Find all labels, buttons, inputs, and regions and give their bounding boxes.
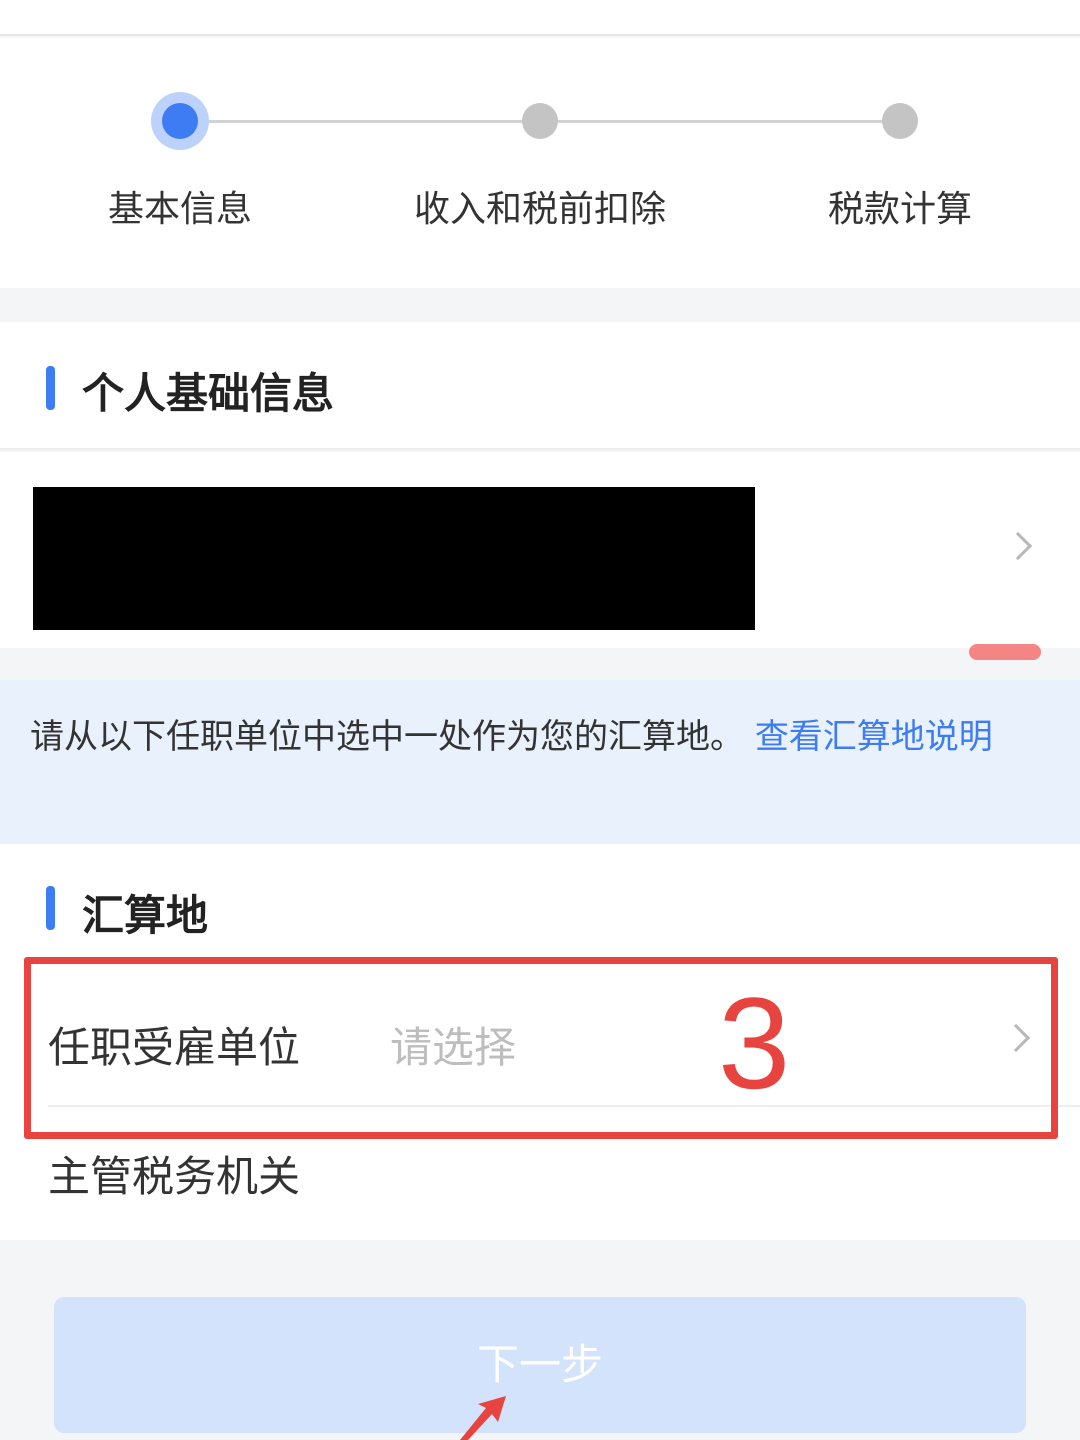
red-annotation-mark	[969, 644, 1041, 660]
step-label-tax-calculation: 税款计算	[827, 189, 972, 230]
redacted-personal-info	[33, 487, 755, 630]
settlement-info-link[interactable]: 查看汇算地说明	[755, 717, 993, 757]
section-header-settlement-place: 汇算地	[0, 844, 1080, 970]
chevron-right-icon	[1003, 531, 1033, 561]
progress-stepper: 基本信息 收入和税前扣除 税款计算	[0, 38, 1080, 288]
notice-text: 请从以下任职单位中选中一处作为您的汇算地。	[30, 717, 744, 757]
step-label-basic-info: 基本信息	[107, 189, 252, 230]
section-accent-bar	[46, 886, 55, 930]
section-header-personal-info: 个人基础信息	[0, 322, 1080, 450]
settlement-notice: 请从以下任职单位中选中一处作为您的汇算地。 查看汇算地说明	[0, 680, 1080, 844]
annotation-highlight-box	[24, 957, 1058, 1139]
step-connector	[556, 120, 886, 123]
section-title: 汇算地	[82, 891, 209, 940]
step-dot-active	[151, 92, 209, 150]
top-strip	[0, 0, 1080, 36]
annotation-arrow-icon	[460, 1396, 506, 1440]
section-title: 个人基础信息	[82, 369, 335, 418]
step-dot	[882, 103, 918, 139]
next-step-button[interactable]: 下一步	[54, 1297, 1026, 1433]
step-label-income-deduction: 收入和税前扣除	[413, 189, 666, 230]
personal-info-row[interactable]	[0, 452, 1080, 648]
step-dot	[522, 103, 558, 139]
section-accent-bar	[46, 366, 55, 410]
step-connector	[200, 120, 530, 123]
tax-authority-label: 主管税务机关	[48, 1152, 301, 1201]
annotation-step-number: 3	[718, 970, 791, 1116]
